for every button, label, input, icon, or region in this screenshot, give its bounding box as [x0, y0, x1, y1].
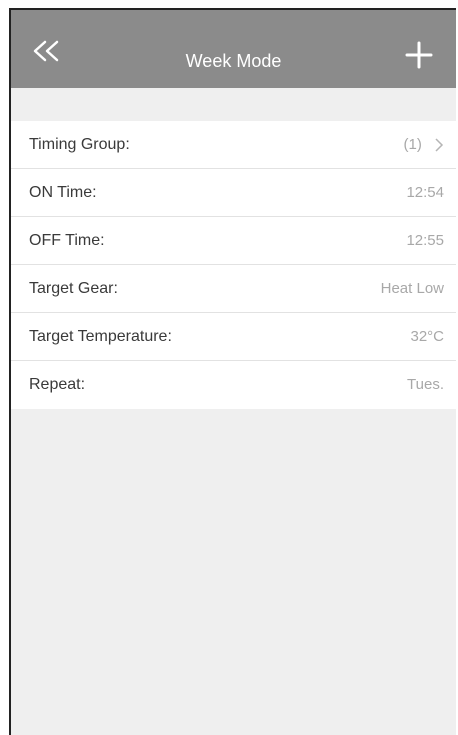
off-time-row[interactable]: OFF Time: 12:55	[11, 217, 456, 265]
on-time-value: 12:54	[406, 184, 444, 201]
timing-group-label: Timing Group:	[29, 136, 130, 153]
navigation-bar: Week Mode	[11, 10, 456, 88]
repeat-row[interactable]: Repeat: Tues.	[11, 361, 456, 409]
repeat-value: Tues.	[407, 376, 444, 393]
off-time-value: 12:55	[406, 232, 444, 249]
timing-group-value-wrap: (1)	[403, 121, 444, 169]
target-gear-row[interactable]: Target Gear: Heat Low	[11, 265, 456, 313]
timing-group-row[interactable]: Timing Group: (1)	[11, 121, 456, 169]
timing-group-value: (1)	[403, 136, 422, 153]
target-temperature-label: Target Temperature:	[29, 328, 172, 345]
add-button[interactable]	[404, 40, 434, 70]
on-time-label: ON Time:	[29, 184, 97, 201]
on-time-row[interactable]: ON Time: 12:54	[11, 169, 456, 217]
target-gear-value: Heat Low	[380, 280, 444, 297]
target-temperature-row[interactable]: Target Temperature: 32°C	[11, 313, 456, 361]
repeat-label: Repeat:	[29, 376, 86, 393]
page-title: Week Mode	[185, 51, 282, 71]
off-time-label: OFF Time:	[29, 232, 105, 249]
chevron-right-icon	[435, 138, 444, 152]
target-gear-label: Target Gear:	[29, 280, 118, 297]
app-screen: Week Mode Timing Group: (1) ON Time: 12:…	[9, 8, 456, 735]
target-temperature-value: 32°C	[410, 328, 444, 345]
settings-list: Timing Group: (1) ON Time: 12:54 OFF Tim…	[11, 121, 456, 409]
plus-icon	[405, 41, 433, 69]
